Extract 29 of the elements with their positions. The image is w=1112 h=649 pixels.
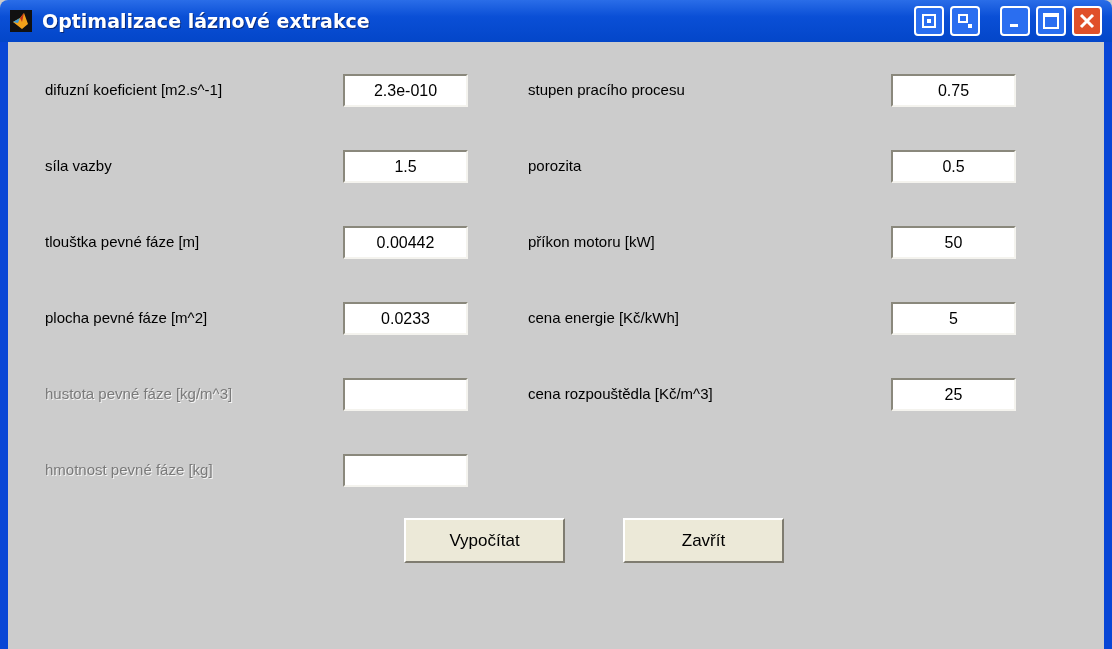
- input-field[interactable]: 50: [891, 226, 1016, 259]
- field-label: porozita: [528, 156, 583, 176]
- input-field[interactable]: 0.00442: [343, 226, 468, 259]
- input-field[interactable]: 0.0233: [343, 302, 468, 335]
- field-label: cena energie [Kč/kWh]: [528, 308, 680, 328]
- input-field[interactable]: 5: [891, 302, 1016, 335]
- field-label: stupen pracího procesu: [528, 80, 686, 100]
- input-field[interactable]: 25: [891, 378, 1016, 411]
- input-field[interactable]: 2.3e-010: [343, 74, 468, 107]
- field-label: difuzní koeficient [m2.s^-1]: [45, 80, 224, 100]
- calculate-button[interactable]: Vypočítat: [404, 518, 565, 563]
- field-label: tlouštka pevné fáze [m]: [45, 232, 201, 252]
- field-label: plocha pevné fáze [m^2]: [45, 308, 209, 328]
- input-field[interactable]: 0.75: [891, 74, 1016, 107]
- field-label: příkon motoru [kW]: [528, 232, 656, 252]
- dock-icon[interactable]: [914, 6, 944, 36]
- minimize-icon[interactable]: [1000, 6, 1030, 36]
- field-label: hmotnost pevné fáze [kg]: [45, 460, 214, 480]
- input-field[interactable]: 1.5: [343, 150, 468, 183]
- window-title: Optimalizace láznové extrakce: [42, 8, 370, 34]
- field-label: cena rozpouštědla [Kč/m^3]: [528, 384, 714, 404]
- field-label: hustota pevné fáze [kg/m^3]: [45, 384, 234, 404]
- close-icon[interactable]: [1072, 6, 1102, 36]
- maximize-icon[interactable]: [1036, 6, 1066, 36]
- undock-icon[interactable]: [950, 6, 980, 36]
- app-icon: [10, 10, 32, 32]
- field-label: síla vazby: [45, 156, 113, 176]
- input-field[interactable]: 0.5: [891, 150, 1016, 183]
- close-button[interactable]: Zavřít: [623, 518, 784, 563]
